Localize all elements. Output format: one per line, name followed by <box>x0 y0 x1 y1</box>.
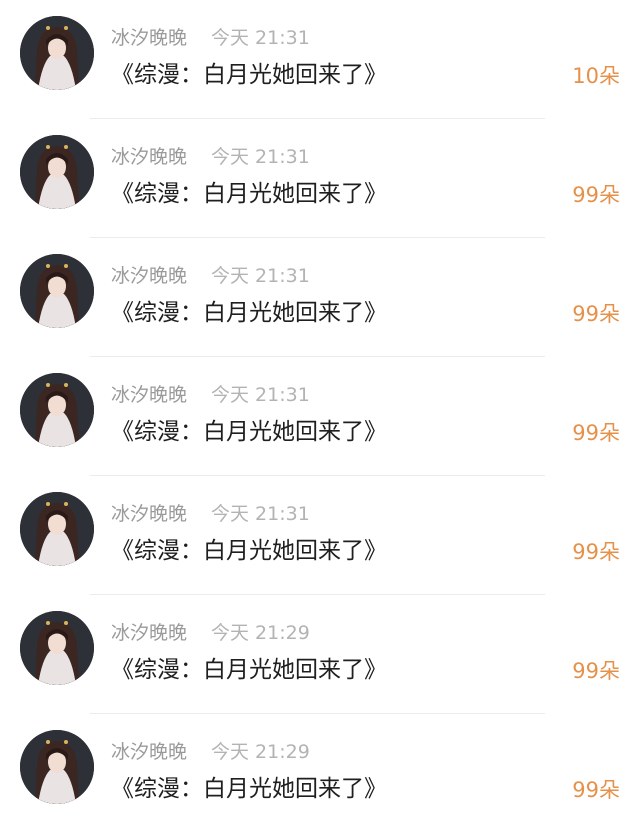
list-item[interactable]: 冰汐晚晚 今天 21:31 《综漫：白月光她回来了》 99朵 <box>0 238 640 357</box>
message-text: 《综漫：白月光她回来了》 <box>111 62 387 88</box>
message-text: 《综漫：白月光她回来了》 <box>111 538 387 564</box>
list-item[interactable]: 冰汐晚晚 今天 21:31 《综漫：白月光她回来了》 99朵 <box>0 119 640 238</box>
user-avatar-icon[interactable] <box>20 730 94 804</box>
user-avatar-icon[interactable] <box>20 135 94 209</box>
gift-count: 99朵 <box>572 540 620 564</box>
timestamp: 今天 21:31 <box>211 265 310 287</box>
timestamp: 今天 21:31 <box>211 384 310 406</box>
timestamp: 今天 21:29 <box>211 741 310 763</box>
sender-name[interactable]: 冰汐晚晚 <box>111 145 187 169</box>
message-text: 《综漫：白月光她回来了》 <box>111 300 387 326</box>
timestamp: 今天 21:31 <box>211 146 310 168</box>
user-avatar-icon[interactable] <box>20 611 94 685</box>
list-item[interactable]: 冰汐晚晚 今天 21:31 《综漫：白月光她回来了》 10朵 <box>0 0 640 119</box>
timestamp: 今天 21:31 <box>211 503 310 525</box>
user-avatar-icon[interactable] <box>20 492 94 566</box>
message-text: 《综漫：白月光她回来了》 <box>111 419 387 445</box>
message-text: 《综漫：白月光她回来了》 <box>111 657 387 683</box>
list-item[interactable]: 冰汐晚晚 今天 21:31 《综漫：白月光她回来了》 99朵 <box>0 476 640 595</box>
user-avatar-icon[interactable] <box>20 373 94 447</box>
gift-count: 10朵 <box>572 64 620 88</box>
timestamp: 今天 21:29 <box>211 622 310 644</box>
gift-count: 99朵 <box>572 659 620 683</box>
list-item[interactable]: 冰汐晚晚 今天 21:31 《综漫：白月光她回来了》 99朵 <box>0 357 640 476</box>
gift-count: 99朵 <box>572 778 620 802</box>
list-item[interactable]: 冰汐晚晚 今天 21:29 《综漫：白月光她回来了》 99朵 <box>0 595 640 714</box>
sender-name[interactable]: 冰汐晚晚 <box>111 264 187 288</box>
user-avatar-icon[interactable] <box>20 254 94 328</box>
message-text: 《综漫：白月光她回来了》 <box>111 776 387 802</box>
message-list: 冰汐晚晚 今天 21:31 《综漫：白月光她回来了》 10朵 冰汐晚晚 今天 2… <box>0 0 640 825</box>
list-item[interactable]: 冰汐晚晚 今天 21:29 《综漫：白月光她回来了》 99朵 <box>0 714 640 833</box>
gift-count: 99朵 <box>572 421 620 445</box>
sender-name[interactable]: 冰汐晚晚 <box>111 383 187 407</box>
message-text: 《综漫：白月光她回来了》 <box>111 181 387 207</box>
user-avatar-icon[interactable] <box>20 16 94 90</box>
gift-count: 99朵 <box>572 302 620 326</box>
sender-name[interactable]: 冰汐晚晚 <box>111 26 187 50</box>
timestamp: 今天 21:31 <box>211 27 310 49</box>
sender-name[interactable]: 冰汐晚晚 <box>111 740 187 764</box>
gift-count: 99朵 <box>572 183 620 207</box>
sender-name[interactable]: 冰汐晚晚 <box>111 621 187 645</box>
sender-name[interactable]: 冰汐晚晚 <box>111 502 187 526</box>
